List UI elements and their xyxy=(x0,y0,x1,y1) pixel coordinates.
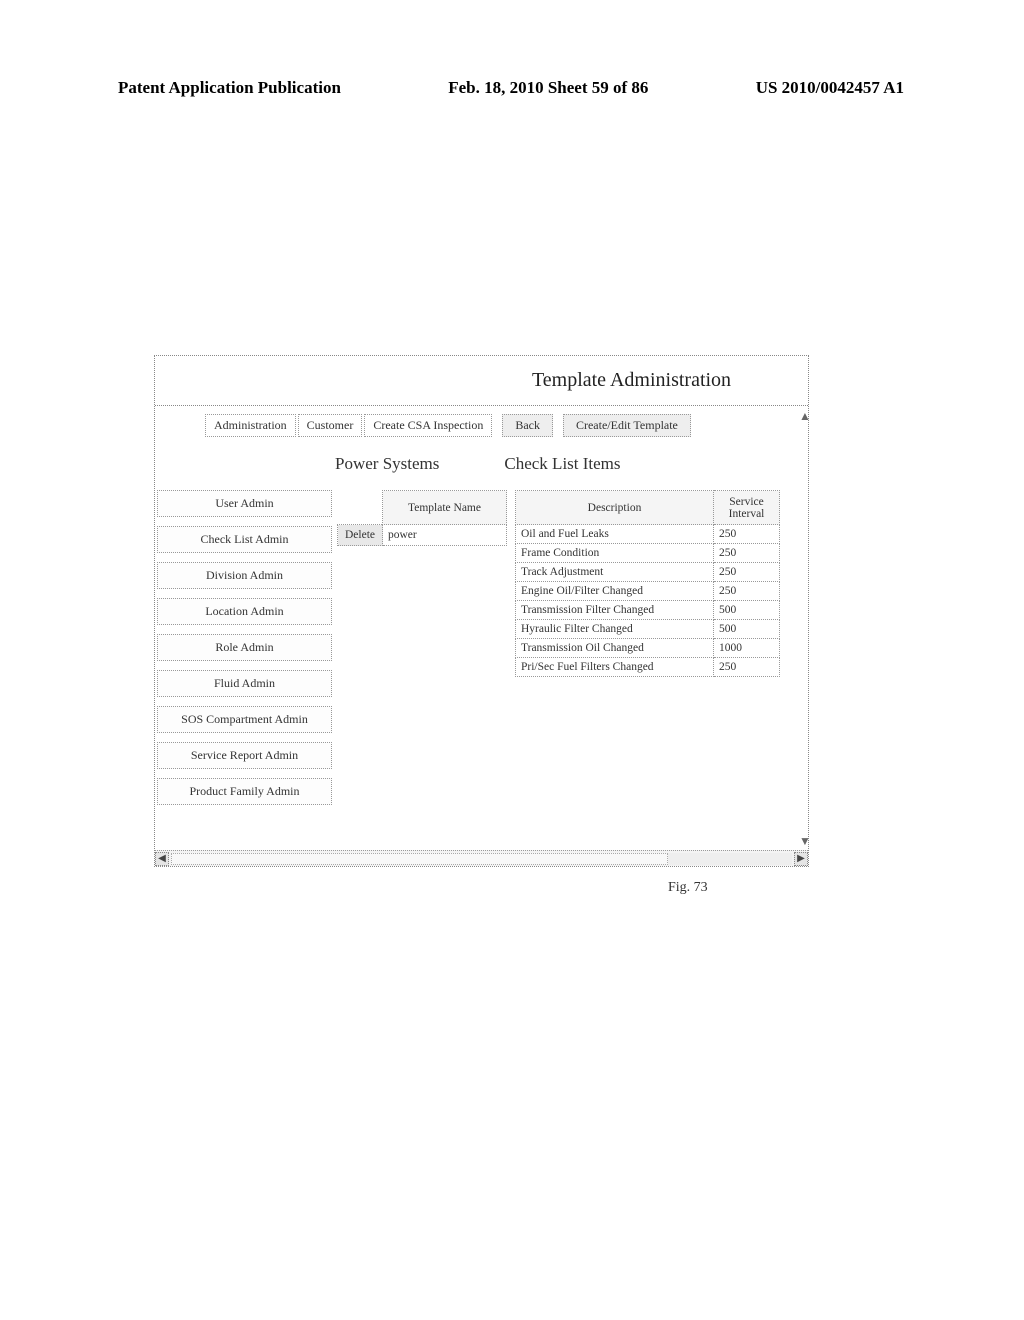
section-check-list-items: Check List Items xyxy=(504,454,620,474)
table-header-row: Description Service Interval xyxy=(516,491,780,525)
table-row: Hyraulic Filter Changed 500 xyxy=(516,620,780,639)
table-header-row: Template Name xyxy=(338,491,507,525)
nav-create-csa[interactable]: Create CSA Inspection xyxy=(364,414,492,437)
admin-sidebar: User Admin Check List Admin Division Adm… xyxy=(157,490,332,805)
sidebar-item-checklist-admin[interactable]: Check List Admin xyxy=(157,526,332,553)
table-row: Track Adjustment 250 xyxy=(516,563,780,582)
back-button[interactable]: Back xyxy=(502,414,553,437)
checklist-desc: Frame Condition xyxy=(516,544,714,563)
checklist-interval: 500 xyxy=(714,601,780,620)
delete-button[interactable]: Delete xyxy=(338,525,383,546)
checklist-interval: 250 xyxy=(714,563,780,582)
table-row: Frame Condition 250 xyxy=(516,544,780,563)
sidebar-item-role-admin[interactable]: Role Admin xyxy=(157,634,332,661)
create-edit-template-button[interactable]: Create/Edit Template xyxy=(563,414,691,437)
checklist-interval: 500 xyxy=(714,620,780,639)
checklist-table: Description Service Interval Oil and Fue… xyxy=(515,490,780,677)
section-titles: Power Systems Check List Items xyxy=(335,454,621,474)
table-row: Oil and Fuel Leaks 250 xyxy=(516,525,780,544)
checklist-desc: Engine Oil/Filter Changed xyxy=(516,582,714,601)
page-header: Patent Application Publication Feb. 18, … xyxy=(0,78,1024,98)
scroll-thumb[interactable] xyxy=(171,853,668,865)
scroll-right-icon[interactable]: ▶ xyxy=(794,852,808,866)
template-col-action xyxy=(338,491,383,525)
scroll-up-icon[interactable]: ▲ xyxy=(799,409,811,421)
app-window: Template Administration ▲ ▼ Administrati… xyxy=(154,355,809,867)
content-area: ▲ ▼ Administration Customer Create CSA I… xyxy=(155,406,808,866)
sidebar-item-service-report-admin[interactable]: Service Report Admin xyxy=(157,742,332,769)
sidebar-item-location-admin[interactable]: Location Admin xyxy=(157,598,332,625)
checklist-desc: Transmission Filter Changed xyxy=(516,601,714,620)
checklist-interval: 250 xyxy=(714,544,780,563)
window-title: Template Administration xyxy=(532,369,731,392)
checklist-desc: Pri/Sec Fuel Filters Changed xyxy=(516,658,714,677)
table-row: Delete power xyxy=(338,525,507,546)
checklist-desc: Track Adjustment xyxy=(516,563,714,582)
checklist-desc: Oil and Fuel Leaks xyxy=(516,525,714,544)
scroll-down-icon[interactable]: ▼ xyxy=(799,834,811,846)
template-table: Template Name Delete power xyxy=(337,490,507,546)
sidebar-item-division-admin[interactable]: Division Admin xyxy=(157,562,332,589)
scroll-track[interactable] xyxy=(171,853,792,865)
checklist-desc: Transmission Oil Changed xyxy=(516,639,714,658)
checklist-interval: 250 xyxy=(714,525,780,544)
nav-administration[interactable]: Administration xyxy=(205,414,296,437)
template-name-cell[interactable]: power xyxy=(383,525,507,546)
sidebar-item-sos-admin[interactable]: SOS Compartment Admin xyxy=(157,706,332,733)
header-left: Patent Application Publication xyxy=(118,78,341,98)
checklist-col-description: Description xyxy=(516,491,714,525)
checklist-desc: Hyraulic Filter Changed xyxy=(516,620,714,639)
sidebar-item-user-admin[interactable]: User Admin xyxy=(157,490,332,517)
figure-label: Fig. 73 xyxy=(668,880,708,896)
checklist-interval: 1000 xyxy=(714,639,780,658)
checklist-col-interval: Service Interval xyxy=(714,491,780,525)
header-right: US 2010/0042457 A1 xyxy=(756,78,904,98)
scroll-left-icon[interactable]: ◀ xyxy=(155,852,169,866)
horizontal-scrollbar[interactable]: ◀ ▶ xyxy=(155,850,808,866)
window-title-bar: Template Administration xyxy=(155,356,808,406)
template-col-name: Template Name xyxy=(383,491,507,525)
section-power-systems: Power Systems xyxy=(335,454,439,474)
table-row: Pri/Sec Fuel Filters Changed 250 xyxy=(516,658,780,677)
table-row: Engine Oil/Filter Changed 250 xyxy=(516,582,780,601)
table-row: Transmission Filter Changed 500 xyxy=(516,601,780,620)
top-nav: Administration Customer Create CSA Inspe… xyxy=(205,414,691,437)
sidebar-item-product-family-admin[interactable]: Product Family Admin xyxy=(157,778,332,805)
nav-customer[interactable]: Customer xyxy=(298,414,363,437)
header-center: Feb. 18, 2010 Sheet 59 of 86 xyxy=(448,78,648,98)
sidebar-item-fluid-admin[interactable]: Fluid Admin xyxy=(157,670,332,697)
checklist-interval: 250 xyxy=(714,658,780,677)
checklist-interval: 250 xyxy=(714,582,780,601)
table-row: Transmission Oil Changed 1000 xyxy=(516,639,780,658)
